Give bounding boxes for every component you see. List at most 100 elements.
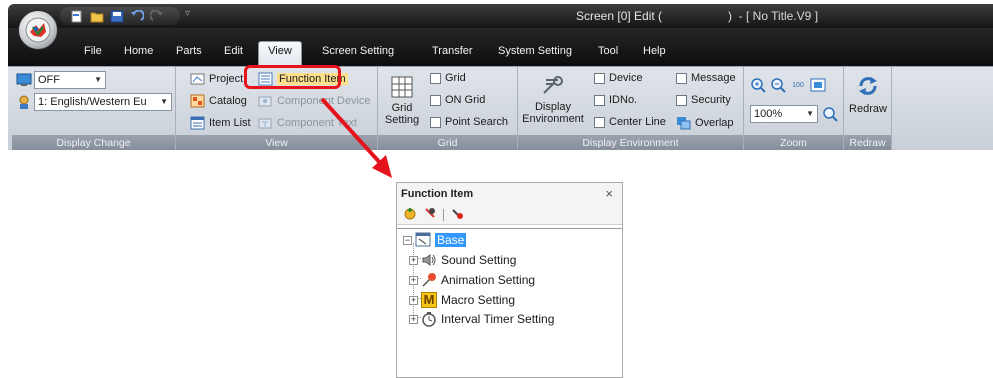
chevron-down-icon: ▼ xyxy=(806,109,814,118)
display-mode-select[interactable]: OFF ▼ xyxy=(34,71,106,89)
on-grid-label: ON Grid xyxy=(445,94,486,106)
display-mode-value: OFF xyxy=(38,74,60,86)
application-button[interactable] xyxy=(18,10,58,50)
message-checkbox[interactable]: Message xyxy=(676,72,736,84)
tree-node-interval-timer-setting[interactable]: + Interval Timer Setting xyxy=(409,311,554,327)
point-search-check[interactable] xyxy=(430,116,441,128)
language-select[interactable]: 1: English/Western Eu ▼ xyxy=(34,93,172,111)
center-line-checkbox[interactable]: Center Line xyxy=(594,116,666,128)
grid-label: Grid xyxy=(445,72,466,84)
tab-file[interactable]: File xyxy=(80,42,106,62)
redo-icon[interactable] xyxy=(149,9,164,23)
point-search-checkbox[interactable]: Point Search xyxy=(430,116,508,128)
undo-icon[interactable] xyxy=(130,9,145,23)
grid-check[interactable] xyxy=(430,72,441,84)
collapse-icon[interactable]: − xyxy=(403,235,412,245)
catalog-icon xyxy=(190,94,205,108)
zoom-in-icon[interactable] xyxy=(750,77,766,93)
group-label-grid: Grid xyxy=(378,135,517,150)
tab-edit[interactable]: Edit xyxy=(220,42,247,62)
group-display-change: OFF ▼ 1: English/Western Eu ▼ Display Ch… xyxy=(12,67,176,150)
customize-qat-icon[interactable]: ▿ xyxy=(185,8,190,19)
function-tree: − Base + Sound Setting + Animation Setti… xyxy=(397,228,622,377)
tree-node-base[interactable]: − Base xyxy=(403,232,467,248)
tree-node-sound-setting[interactable]: + Sound Setting xyxy=(409,252,516,268)
pane-header: Function Item × xyxy=(397,183,622,205)
expand-icon[interactable]: + xyxy=(409,275,418,285)
grid-icon xyxy=(391,76,413,98)
expand-icon[interactable]: + xyxy=(409,314,418,324)
open-folder-icon[interactable] xyxy=(90,10,104,23)
tab-screen-setting[interactable]: Screen Setting xyxy=(318,42,398,62)
center-line-check[interactable] xyxy=(594,116,605,128)
zoom-select[interactable]: 100% ▼ xyxy=(750,105,818,123)
window-document-name: ) - [ No Title.V9 ] xyxy=(728,9,819,23)
overlap-icon xyxy=(676,116,691,130)
tree-node-animation-setting[interactable]: + Animation Setting xyxy=(409,272,535,288)
component-device-icon xyxy=(258,94,273,108)
tab-system-setting[interactable]: System Setting xyxy=(494,42,576,62)
expand-icon[interactable]: + xyxy=(409,295,418,305)
idno-label: IDNo. xyxy=(609,94,638,106)
tab-home[interactable]: Home xyxy=(120,42,157,62)
grid-checkbox[interactable]: Grid xyxy=(430,72,466,84)
group-label-display-change: Display Change xyxy=(12,135,175,150)
zoom-value: 100% xyxy=(754,108,783,120)
grid-setting-label-2: Setting xyxy=(384,114,420,126)
catalog-button[interactable]: Catalog xyxy=(190,94,247,108)
idno-check[interactable] xyxy=(594,94,605,106)
group-label-display-environment: Display Environment xyxy=(518,135,743,150)
group-grid: Grid Setting Grid ON Grid Point Search G… xyxy=(378,67,518,150)
component-text-button[interactable]: Component Text xyxy=(258,116,357,130)
component-device-button[interactable]: Component Device xyxy=(258,94,371,108)
zoom-search-icon[interactable] xyxy=(822,106,838,122)
project-button[interactable]: Project xyxy=(190,72,243,86)
component-text-label: Component Text xyxy=(277,117,357,129)
title-bar: ▿ Screen [0] Edit ( ) - [ No Title.V9 ] xyxy=(8,4,993,28)
expand-icon[interactable]: + xyxy=(409,255,418,265)
tree-node-macro-setting-label: Macro Setting xyxy=(441,293,516,307)
catalog-label: Catalog xyxy=(209,95,247,107)
chevron-down-icon: ▼ xyxy=(160,97,168,106)
zoom-100-icon[interactable]: 100 xyxy=(790,77,806,93)
add-item-icon[interactable] xyxy=(403,206,417,223)
device-check[interactable] xyxy=(594,72,605,84)
menu-bar: File Home Parts Edit View Screen Setting… xyxy=(8,28,993,67)
on-grid-check[interactable] xyxy=(430,94,441,106)
overlap-label: Overlap xyxy=(695,117,734,129)
component-text-icon xyxy=(258,116,273,130)
tab-help[interactable]: Help xyxy=(639,42,670,62)
security-checkbox[interactable]: Security xyxy=(676,94,731,106)
security-check[interactable] xyxy=(676,94,687,106)
group-zoom: 100 100% ▼ Zoom xyxy=(744,67,844,150)
tree-node-macro-setting[interactable]: + M Macro Setting xyxy=(409,292,515,308)
item-list-button[interactable]: Item List xyxy=(190,116,251,130)
zoom-out-icon[interactable] xyxy=(770,77,786,93)
tree-node-base-label: Base xyxy=(435,233,467,247)
device-label: Device xyxy=(609,72,643,84)
base-screen-icon xyxy=(415,232,431,248)
delete-item-icon[interactable] xyxy=(450,206,464,223)
redraw-button[interactable]: Redraw xyxy=(846,73,890,115)
grid-setting-button[interactable]: Grid Setting xyxy=(382,75,422,126)
insert-item-icon[interactable] xyxy=(423,206,437,223)
display-environment-button[interactable]: Display Environment xyxy=(520,73,586,125)
group-display-environment: Display Environment Device Message IDNo.… xyxy=(518,67,744,150)
idno-checkbox[interactable]: IDNo. xyxy=(594,94,637,106)
group-label-redraw: Redraw xyxy=(844,135,891,150)
on-grid-checkbox[interactable]: ON Grid xyxy=(430,94,485,106)
tab-transfer[interactable]: Transfer xyxy=(428,42,477,62)
save-icon[interactable] xyxy=(110,10,124,23)
tab-tool[interactable]: Tool xyxy=(594,42,622,62)
tab-parts[interactable]: Parts xyxy=(172,42,206,62)
item-list-label: Item List xyxy=(209,117,251,129)
close-icon[interactable]: × xyxy=(605,186,613,201)
tab-view[interactable]: View xyxy=(258,41,302,67)
toolbar-separator xyxy=(443,208,444,221)
overlap-button[interactable]: Overlap xyxy=(676,116,734,130)
device-checkbox[interactable]: Device xyxy=(594,72,643,84)
function-item-highlight xyxy=(244,65,341,89)
message-check[interactable] xyxy=(676,72,687,84)
fit-screen-icon[interactable] xyxy=(810,77,826,93)
new-icon[interactable] xyxy=(70,10,84,23)
